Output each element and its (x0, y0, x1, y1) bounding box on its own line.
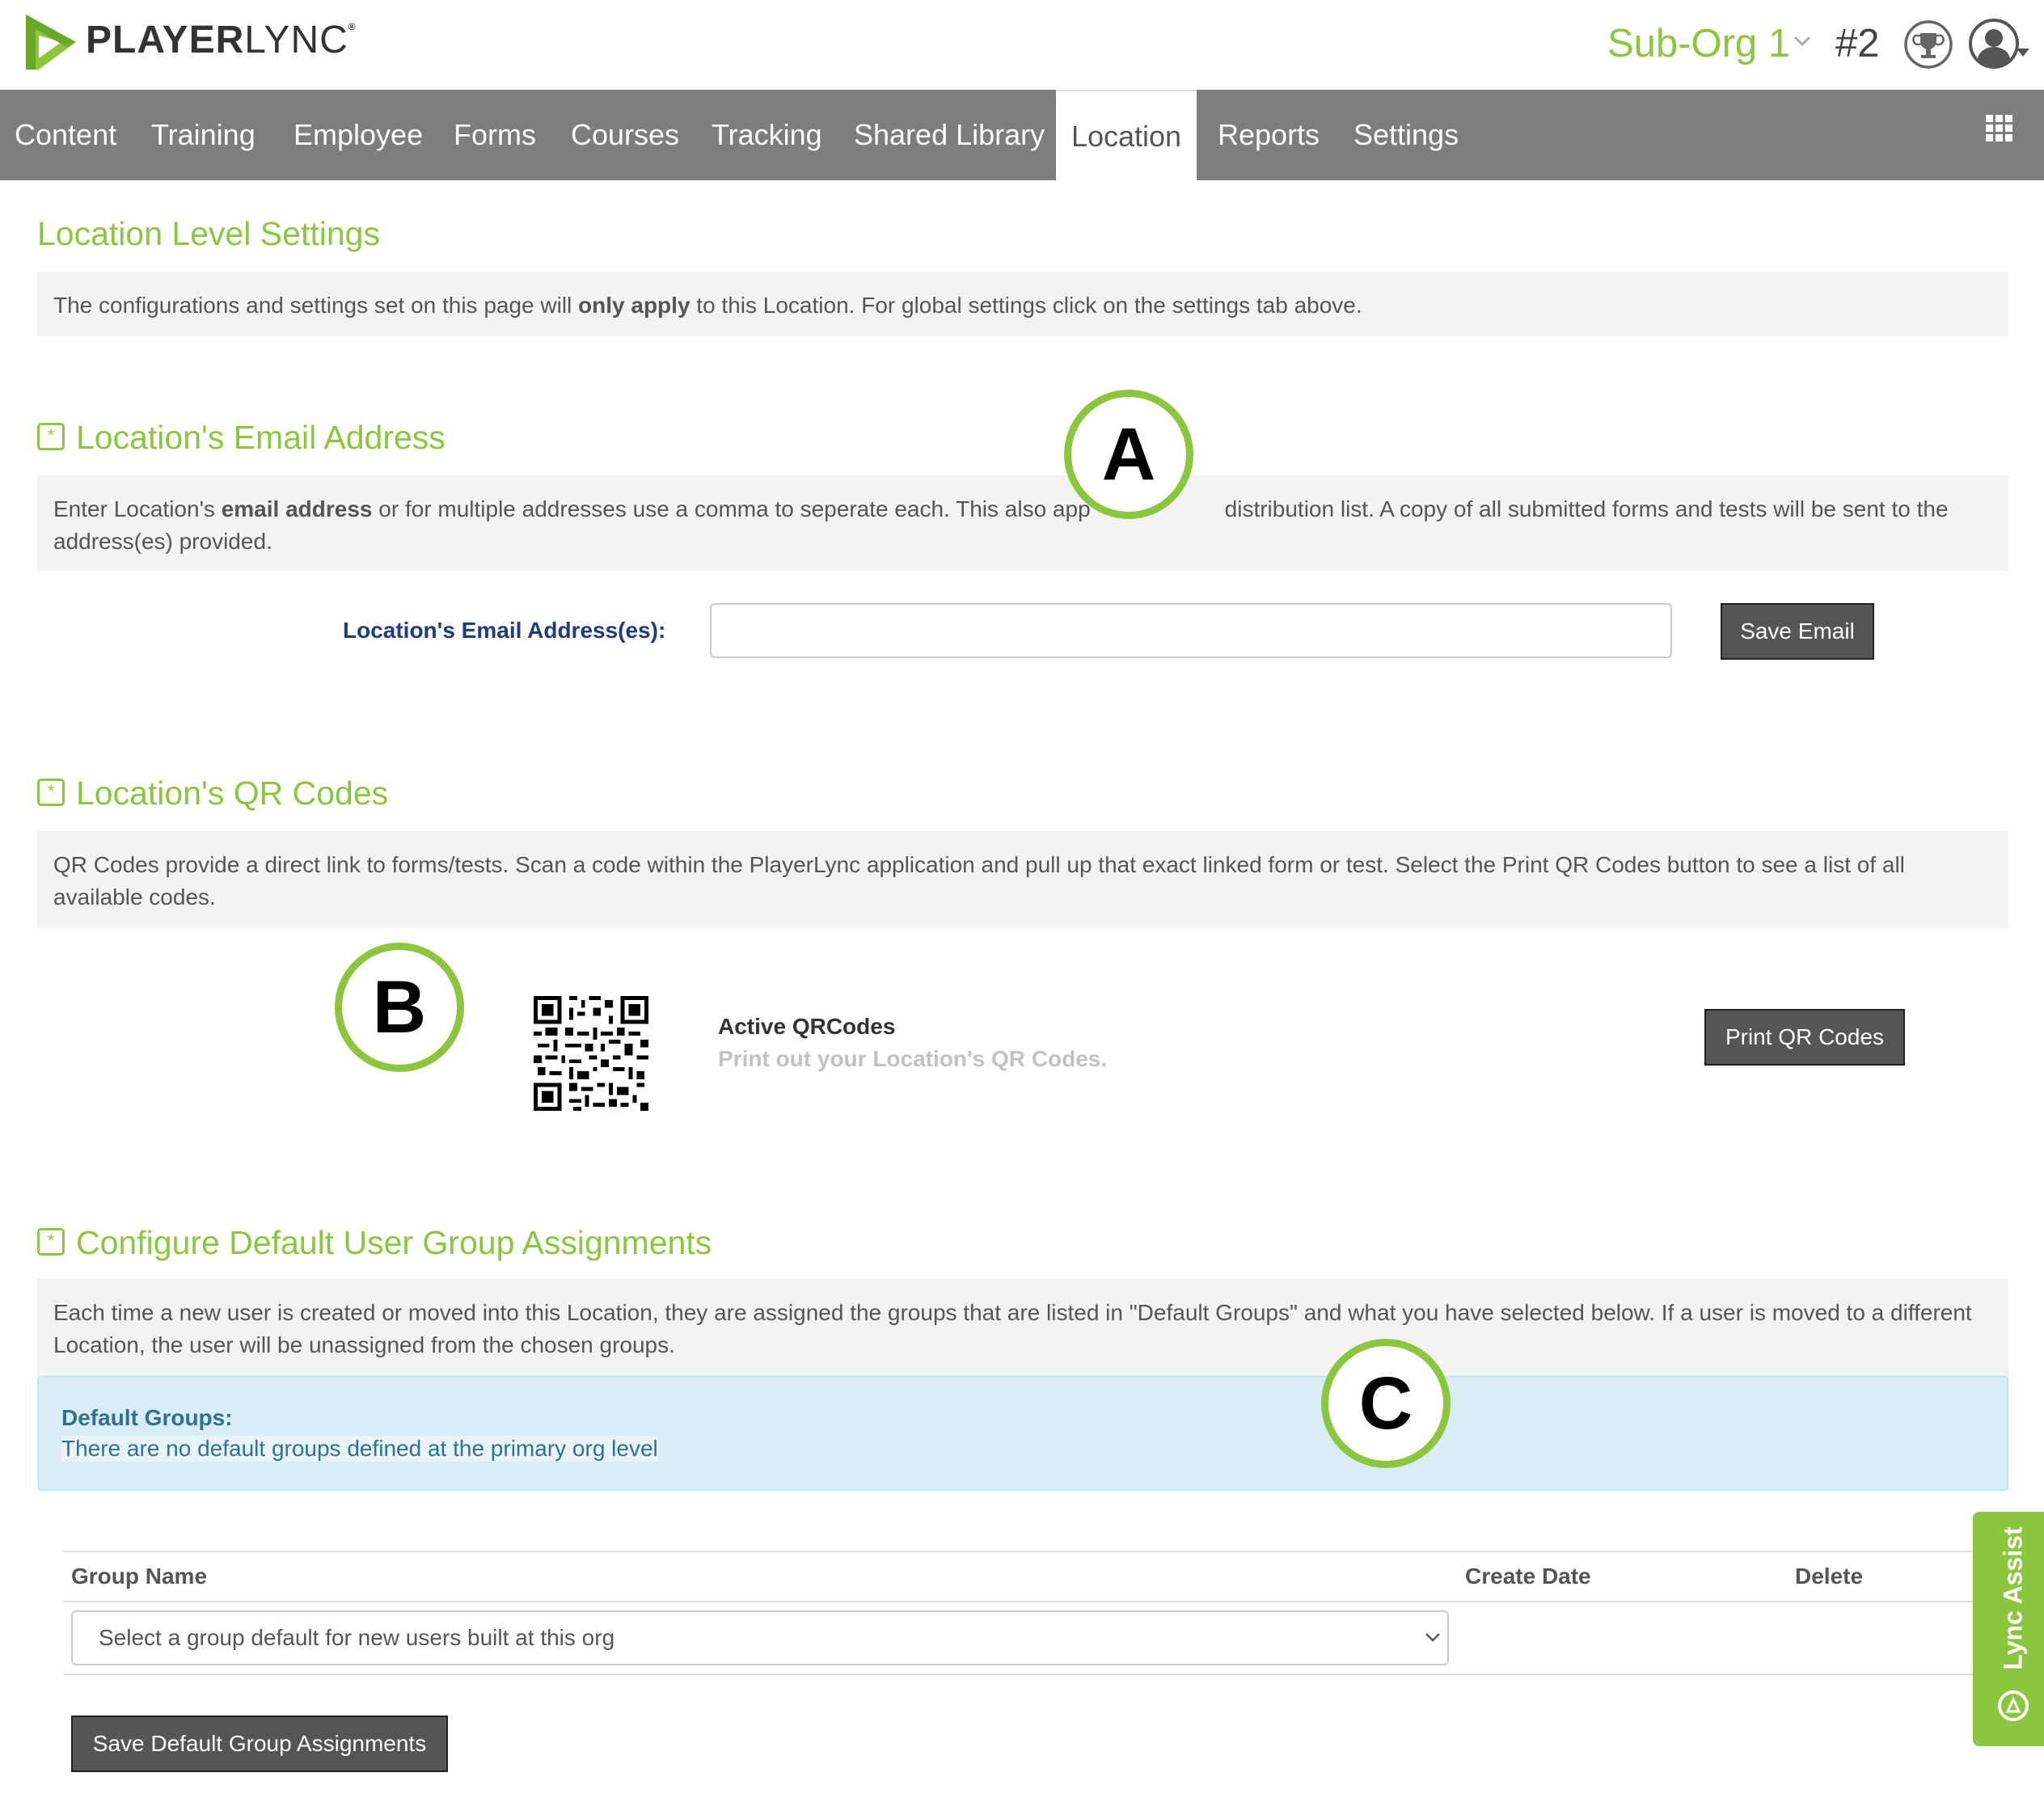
email-section-title-text: Location's Email Address (76, 419, 446, 456)
groups-section-description: Each time a new user is created or moved… (37, 1279, 2008, 1376)
default-groups-text: There are no default groups defined at t… (61, 1436, 658, 1462)
email-desc-line1: or for multiple addresses use a comma to… (372, 496, 1091, 521)
logo-wordmark: PLAYERLYNC® (86, 18, 357, 62)
nav-tab-training[interactable]: Training (151, 90, 256, 180)
email-field[interactable] (710, 603, 1672, 658)
column-header-create-date: Create Date (1465, 1564, 1591, 1589)
table-top-border (63, 1551, 1999, 1552)
page-title: Location Level Settings (37, 215, 380, 252)
section-collapse-badge[interactable]: * (37, 423, 65, 451)
qr-desc-line2: available codes. (53, 884, 216, 910)
playerlync-logo-icon[interactable] (21, 11, 79, 73)
lync-assist-label-wrap: Lync Assist (1999, 1513, 2028, 1683)
save-email-button[interactable]: Save Email (1721, 603, 1874, 660)
caret-down-icon[interactable] (2017, 49, 2029, 57)
intro-text-pre: The configurations and settings set on t… (53, 293, 579, 318)
qr-section-title: * Location's QR Codes (37, 774, 388, 812)
top-header: PLAYERLYNC® Sub-Org 1 #2 (0, 0, 2044, 89)
page-intro: The configurations and settings set on t… (37, 272, 2008, 336)
qr-desc-line1: QR Codes provide a direct link to forms/… (53, 852, 1905, 877)
logo-text-thin: LYNC (244, 19, 348, 61)
print-qr-codes-button[interactable]: Print QR Codes (1704, 1009, 1905, 1066)
column-header-group-name: Group Name (71, 1564, 208, 1589)
intro-text-post: to this Location. For global settings cl… (690, 293, 1362, 318)
nav-tab-content[interactable]: Content (15, 90, 116, 180)
groups-section-title-text: Configure Default User Group Assignments (76, 1224, 712, 1261)
nav-tab-reports[interactable]: Reports (1218, 90, 1320, 180)
qr-section-title-text: Location's QR Codes (76, 774, 389, 812)
nav-tab-courses[interactable]: Courses (571, 90, 679, 180)
nav-tab-location[interactable]: Location (1056, 90, 1197, 182)
trophy-icon[interactable] (1903, 19, 1953, 70)
registered-mark: ® (348, 21, 357, 32)
logo-text-bold: PLAYER (86, 19, 245, 61)
email-section-description: Enter Location's email address or for mu… (37, 475, 2008, 571)
callout-a: A (1064, 390, 1193, 519)
grid-icon[interactable] (1986, 115, 2013, 142)
column-header-delete: Delete (1795, 1564, 1864, 1589)
nav-tab-shared-library[interactable]: Shared Library (854, 90, 1045, 180)
email-desc-line1-tail: distribution list. A copy of all submitt… (1224, 496, 1949, 521)
rank-indicator: #2 (1835, 22, 1880, 65)
lync-assist-label[interactable]: Lync Assist (1999, 1526, 2029, 1669)
nav-tab-employee[interactable]: Employee (294, 90, 423, 180)
email-desc-pre: Enter Location's (53, 496, 222, 521)
main-nav: Content Training Employee Forms Courses … (0, 90, 2044, 182)
nav-tab-tracking[interactable]: Tracking (712, 90, 822, 180)
qr-section-description: QR Codes provide a direct link to forms/… (37, 831, 2008, 928)
section-collapse-badge[interactable]: * (37, 779, 65, 807)
group-default-select-value[interactable]: Select a group default for new users bui… (99, 1625, 614, 1651)
chevron-down-icon[interactable] (1425, 1631, 1441, 1643)
org-selector[interactable]: Sub-Org 1 (1607, 21, 1790, 66)
email-section-title: * Location's Email Address (37, 419, 446, 457)
nav-tab-settings[interactable]: Settings (1354, 90, 1459, 180)
default-groups-alert (37, 1376, 2008, 1491)
groups-section-title: * Configure Default User Group Assignment… (37, 1224, 712, 1262)
active-qrcodes-subtitle: Print out your Location's QR Codes. (718, 1046, 1108, 1071)
email-desc-line2: address(es) provided. (53, 529, 272, 554)
email-field-label: Location's Email Address(es): (343, 618, 666, 643)
qr-code-icon (534, 996, 648, 1111)
callout-c: C (1321, 1339, 1451, 1468)
default-groups-heading: Default Groups: (61, 1405, 233, 1430)
active-qrcodes-title: Active QRCodes (718, 1014, 896, 1039)
chevron-down-icon[interactable] (1793, 36, 1811, 47)
intro-text-bold: only apply (578, 293, 690, 318)
groups-desc-line1: Each time a new user is created or moved… (53, 1300, 1972, 1325)
lync-assist-icon[interactable] (1997, 1690, 2029, 1722)
table-bottom-border (63, 1673, 1999, 1675)
nav-tab-forms[interactable]: Forms (454, 90, 536, 180)
section-collapse-badge[interactable]: * (37, 1228, 65, 1256)
user-avatar-icon[interactable] (1968, 18, 2020, 70)
groups-desc-line2: Location, the user will be unassigned fr… (53, 1332, 675, 1357)
table-header-border (63, 1601, 1999, 1602)
save-default-group-assignments-button[interactable]: Save Default Group Assignments (71, 1716, 448, 1772)
email-desc-bold: email address (221, 496, 373, 521)
callout-b: B (335, 943, 464, 1072)
